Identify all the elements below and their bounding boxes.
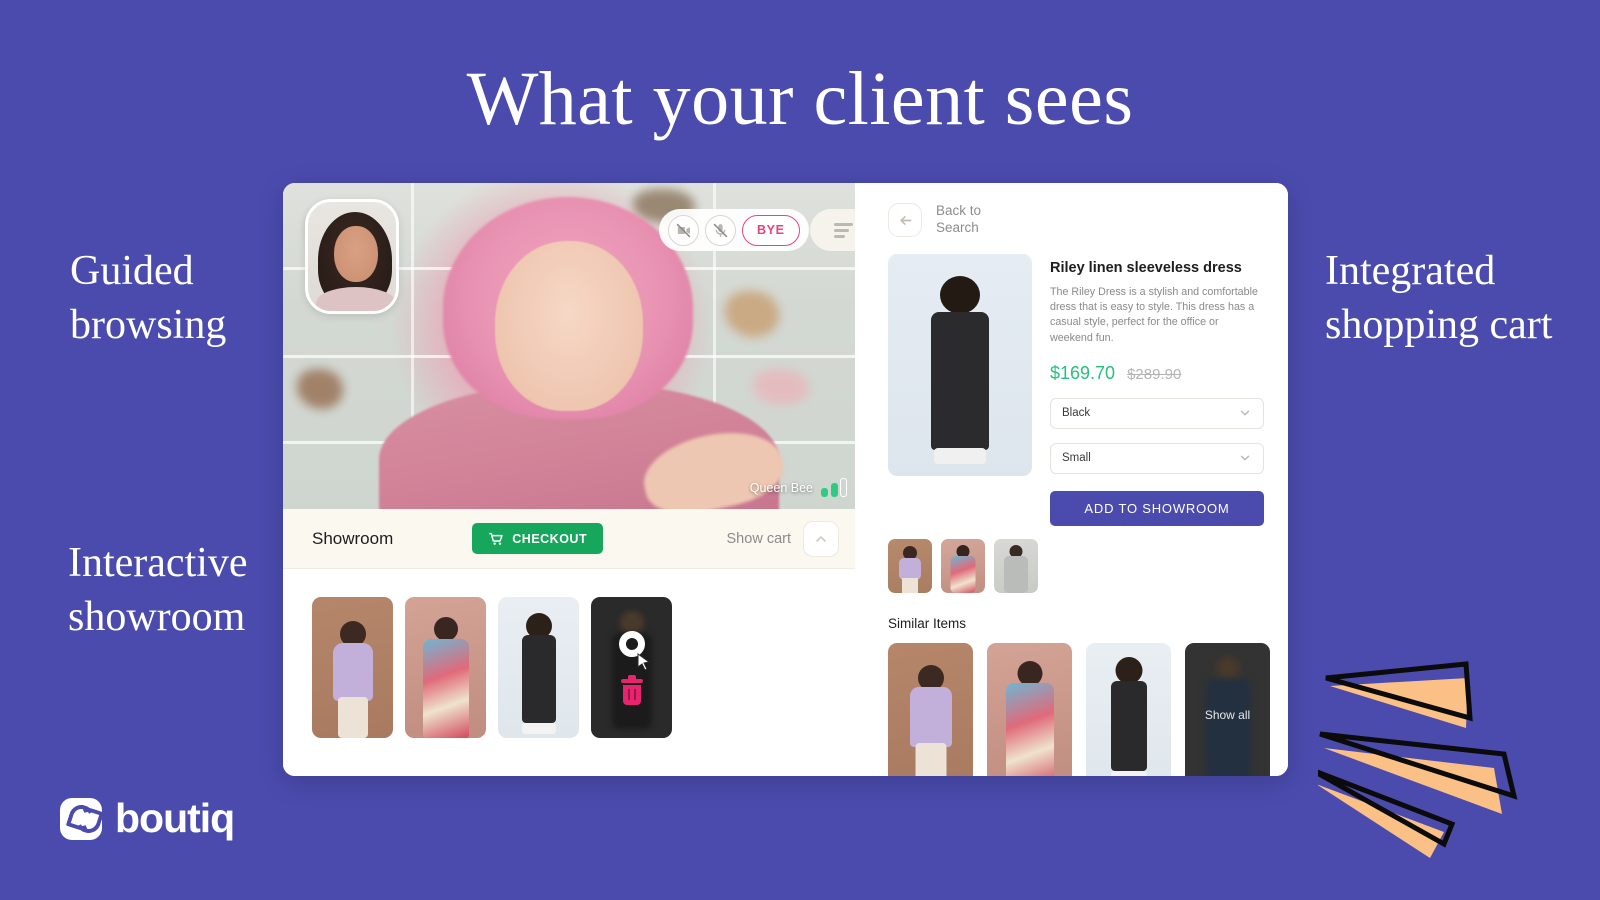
caption-interactive-showroom: Interactive showroom <box>68 540 248 640</box>
back-button[interactable] <box>888 203 922 237</box>
similar-item-black-dress[interactable] <box>1086 642 1171 776</box>
price-current: $169.70 <box>1050 362 1116 383</box>
chevron-down-icon <box>1240 410 1250 416</box>
model-dress <box>931 312 989 450</box>
product-main: Riley linen sleeveless dress The Riley D… <box>888 254 1264 526</box>
model-bottom <box>337 697 368 738</box>
back-label: Back to Search <box>936 203 982 235</box>
variant-grey-shirt[interactable] <box>994 538 1038 593</box>
model-dress <box>521 635 556 723</box>
participant-name: Queen Bee <box>749 480 813 495</box>
model-bottom <box>915 742 946 776</box>
participant-nametag: Queen Bee <box>750 478 847 497</box>
product-title: Riley linen sleeveless dress <box>1050 260 1242 276</box>
showroom-item-floral-dress[interactable] <box>405 597 486 738</box>
color-select-value: Black <box>1062 407 1091 420</box>
product-price: $169.70 $289.90 <box>1050 363 1264 384</box>
variant-lilac-sweater[interactable] <box>888 538 932 593</box>
menu-button[interactable] <box>810 209 855 251</box>
caption-guided-browsing: Guided browsing <box>70 248 227 348</box>
similar-items-title: Similar Items <box>888 615 967 631</box>
size-select-value: Small <box>1062 452 1091 465</box>
checkout-label: CHECKOUT <box>512 531 588 546</box>
model-dress <box>1110 680 1147 771</box>
participant-face <box>495 241 643 411</box>
page-title: What your client sees <box>466 57 1134 141</box>
mouse-cursor-icon <box>637 653 651 671</box>
boutiq-logo-icon <box>60 797 102 840</box>
similar-items-grid: Show all <box>888 642 1270 776</box>
self-view-thumbnail[interactable] <box>305 199 399 314</box>
product-hero-image[interactable] <box>888 254 1032 476</box>
hamburger-menu-icon <box>833 220 853 241</box>
product-info: Riley linen sleeveless dress The Riley D… <box>1050 254 1264 526</box>
video-stream: BYE Queen Bee <box>283 183 855 509</box>
model-dress <box>1005 682 1054 776</box>
model-head <box>1215 656 1240 681</box>
app-window: BYE Queen Bee Showroom CHECKOUT Show car… <box>283 183 1288 776</box>
signal-bars-icon <box>821 478 847 497</box>
arrow-left-icon <box>899 215 911 225</box>
size-select[interactable]: Small <box>1050 442 1264 474</box>
showroom-item-lilac-sweater[interactable] <box>312 597 393 738</box>
camera-off-button[interactable] <box>668 214 699 246</box>
show-cart-label[interactable]: Show cart <box>727 531 791 547</box>
similar-item-show-all[interactable]: Show all <box>1185 642 1270 776</box>
model-top <box>909 686 952 747</box>
product-detail-pane: Back to Search Riley linen sleeveless dr… <box>858 183 1288 776</box>
product-description: The Riley Dress is a stylish and comfort… <box>1050 286 1258 344</box>
showroom-item-hovered[interactable] <box>591 597 672 738</box>
model-head <box>1115 656 1142 684</box>
show-all-label: Show all <box>1204 707 1251 722</box>
showroom-title: Showroom <box>312 528 394 548</box>
cart-toggle-button[interactable] <box>803 520 839 557</box>
trash-icon[interactable] <box>620 674 643 705</box>
model-bottom <box>902 577 918 593</box>
brand-logo: boutiq <box>60 795 235 842</box>
end-call-button[interactable]: BYE <box>742 214 800 246</box>
mic-off-button[interactable] <box>705 214 736 246</box>
model-dress <box>950 555 976 593</box>
self-view-shoulder <box>316 287 396 311</box>
showroom-item-black-dress[interactable] <box>498 597 579 738</box>
caption-integrated-shopping-cart: Integrated shopping cart <box>1325 248 1553 348</box>
mic-off-icon <box>713 223 728 237</box>
model-body <box>1205 678 1250 776</box>
model-head <box>433 617 458 641</box>
call-controls: BYE <box>659 209 809 251</box>
checkout-button[interactable]: CHECKOUT <box>472 523 604 554</box>
model-top <box>332 643 373 701</box>
self-view-face <box>334 226 378 282</box>
color-select[interactable]: Black <box>1050 397 1264 429</box>
shopping-cart-icon <box>489 532 503 545</box>
showroom-toolbar: Showroom CHECKOUT Show cart <box>283 509 855 569</box>
similar-item-floral-dress[interactable] <box>987 642 1072 776</box>
similar-item-lilac-sweater[interactable] <box>888 642 973 776</box>
item-hover-overlay <box>591 597 672 738</box>
back-to-search[interactable]: Back to Search <box>888 203 1264 237</box>
add-to-showroom-button[interactable]: ADD TO SHOWROOM <box>1050 490 1264 526</box>
model-head <box>940 276 980 314</box>
camera-off-icon <box>676 223 691 237</box>
product-variant-thumbnails <box>888 538 1264 593</box>
model-shoes <box>521 723 556 734</box>
decorative-arrows <box>1318 661 1518 858</box>
chevron-up-icon <box>816 535 826 542</box>
model-top <box>899 557 921 580</box>
model-shoes <box>934 448 986 464</box>
showroom-items-strip <box>283 569 855 776</box>
variant-floral-dress[interactable] <box>941 538 985 593</box>
brand-name: boutiq <box>115 795 235 841</box>
price-original: $289.90 <box>1127 365 1182 383</box>
model-shoes <box>1110 770 1147 776</box>
model-top <box>1004 555 1028 593</box>
video-call-pane: BYE Queen Bee Showroom CHECKOUT Show car… <box>283 183 855 776</box>
chevron-down-icon <box>1240 455 1250 461</box>
model-dress <box>422 639 469 738</box>
